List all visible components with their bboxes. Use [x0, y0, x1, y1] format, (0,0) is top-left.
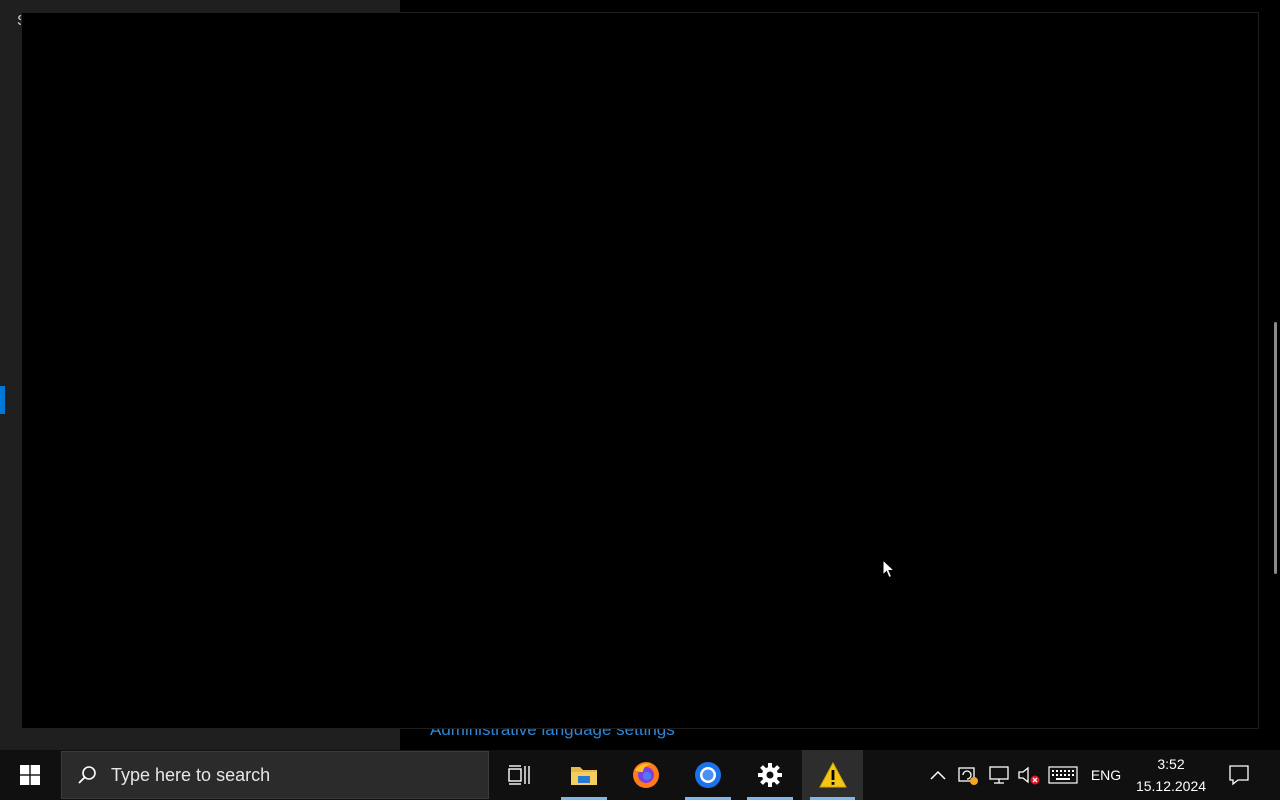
- taskbar: Type here to search ENG 3:52 15.12.2024: [0, 750, 1280, 800]
- tray-update-icon-button[interactable]: [954, 750, 982, 800]
- scrollbar[interactable]: [1270, 0, 1280, 750]
- gear-icon: [758, 763, 782, 787]
- firefox-icon: [633, 762, 659, 788]
- taskbar-app-file-explorer[interactable]: [553, 750, 615, 800]
- windows-logo-icon: [20, 765, 40, 785]
- chrome-icon: [695, 762, 721, 788]
- warning-icon: [818, 761, 847, 788]
- volume-muted-icon: [1018, 766, 1040, 785]
- sidebar-selection-indicator: [0, 386, 5, 414]
- clock-date: 15.12.2024: [1135, 778, 1207, 794]
- network-icon: [989, 766, 1009, 784]
- tray-volume-button[interactable]: [1015, 750, 1043, 800]
- taskbar-app-firefox[interactable]: [615, 750, 677, 800]
- taskbar-app-chrome[interactable]: [677, 750, 739, 800]
- black-app-window[interactable]: [21, 12, 1259, 729]
- search-placeholder: Type here to search: [111, 764, 271, 785]
- show-hidden-icons-button[interactable]: [925, 750, 951, 800]
- task-view-icon: [508, 765, 530, 785]
- taskbar-app-warning[interactable]: [802, 750, 863, 800]
- scrollbar-thumb[interactable]: [1274, 322, 1277, 574]
- task-view-button[interactable]: [490, 750, 550, 800]
- chevron-up-icon: [930, 770, 946, 780]
- mouse-cursor-icon: [882, 559, 896, 579]
- clock[interactable]: 3:52 15.12.2024: [1128, 750, 1214, 800]
- input-language-indicator[interactable]: ENG: [1086, 750, 1126, 800]
- clock-time: 3:52: [1157, 756, 1185, 772]
- taskbar-app-settings[interactable]: [739, 750, 801, 800]
- notification-icon: [1229, 765, 1249, 786]
- folder-icon: [571, 767, 597, 785]
- touch-keyboard-button[interactable]: [1046, 750, 1080, 800]
- start-button[interactable]: [0, 750, 60, 800]
- update-alert-icon: [958, 767, 978, 785]
- action-center-button[interactable]: [1216, 750, 1262, 800]
- keyboard-icon: [1048, 766, 1078, 784]
- tray-network-button[interactable]: [985, 750, 1013, 800]
- taskbar-search-box[interactable]: Type here to search: [61, 751, 489, 799]
- search-icon: [78, 766, 96, 784]
